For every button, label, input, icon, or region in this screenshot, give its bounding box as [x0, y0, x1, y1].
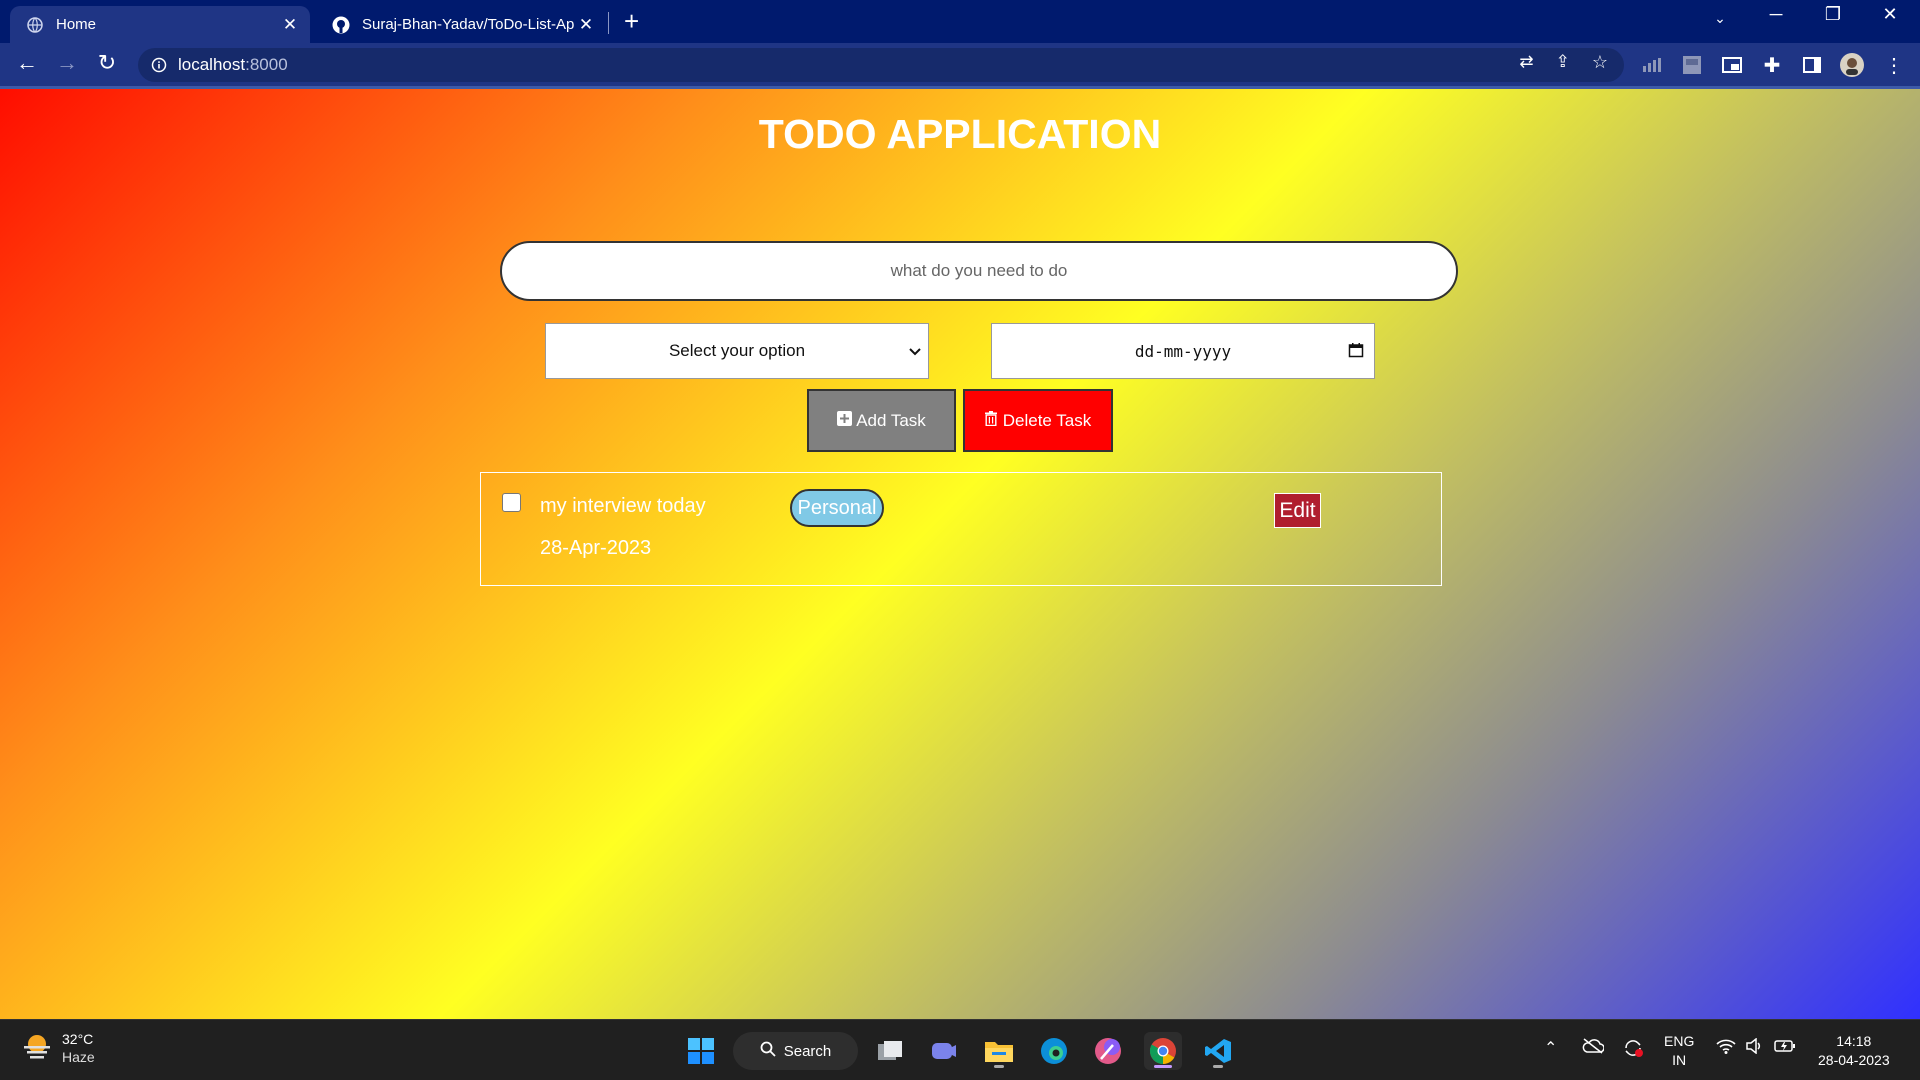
task-date: 28-Apr-2023 [540, 537, 652, 559]
tab-home[interactable]: Home ✕ [10, 6, 310, 43]
taskbar-search[interactable]: Search [733, 1032, 858, 1070]
github-icon [332, 16, 350, 34]
category-select[interactable]: Select your option [545, 323, 929, 379]
translate-icon[interactable]: ⇄ [1519, 52, 1533, 73]
add-task-label: Add Task [856, 410, 926, 430]
date-input[interactable]: dd-mm-yyyy [991, 323, 1375, 379]
todo-page: TODO APPLICATION Select your option dd-m… [0, 89, 1920, 1019]
chrome-icon[interactable] [1144, 1032, 1182, 1070]
reload-icon[interactable]: ↻ [92, 50, 122, 76]
weather-condition: Haze [62, 1049, 95, 1065]
windows-start-icon[interactable] [682, 1032, 720, 1070]
clock-date: 28-04-2023 [1818, 1052, 1890, 1068]
delete-task-button[interactable]: Delete Task [963, 389, 1113, 452]
url-text: localhost:8000 [178, 55, 1624, 75]
haze-sun-icon [22, 1033, 52, 1064]
forward-icon[interactable]: → [52, 50, 82, 76]
url-host: localhost [178, 55, 246, 74]
browser-tab-strip: Home ✕ Suraj-Bhan-Yadav/ToDo-List-App ✕ … [0, 0, 1920, 43]
tab-title: Home [56, 16, 97, 33]
system-clock[interactable]: 14:18 28-04-2023 [1818, 1032, 1890, 1070]
menu-icon[interactable]: ⋮ [1882, 53, 1906, 77]
task-item: my interview today 28-Apr-2023 Personal … [480, 472, 1442, 586]
vscode-icon[interactable] [1199, 1032, 1237, 1070]
add-task-button[interactable]: Add Task [807, 389, 956, 452]
calendar-icon[interactable] [1348, 342, 1364, 362]
pen-app-icon[interactable] [1089, 1032, 1127, 1070]
browser-toolbar: ← → ↻ localhost:8000 ⇄ ⇪ ☆ ✚ ⋮ [0, 43, 1920, 88]
new-tab-icon[interactable]: + [624, 8, 639, 34]
close-icon[interactable]: ✕ [574, 15, 598, 35]
back-icon[interactable]: ← [12, 50, 42, 76]
address-bar[interactable]: localhost:8000 ⇄ ⇪ ☆ [138, 48, 1624, 82]
tab-title: Suraj-Bhan-Yadav/ToDo-List-App [362, 16, 574, 33]
tab-separator [608, 12, 609, 34]
teams-chat-icon[interactable] [925, 1032, 963, 1070]
sync-alert-icon[interactable] [1622, 1038, 1644, 1061]
share-icon[interactable]: ⇪ [1556, 52, 1570, 73]
clock-time: 14:18 [1836, 1033, 1872, 1049]
tab-search-icon[interactable]: ⌄ [1700, 10, 1740, 27]
restore-icon[interactable]: ❐ [1813, 4, 1853, 25]
battery-icon[interactable] [1774, 1038, 1796, 1057]
wifi-icon[interactable] [1716, 1038, 1736, 1057]
category-select-value: Select your option [668, 341, 806, 360]
info-icon[interactable] [150, 56, 168, 74]
avatar[interactable] [1840, 53, 1864, 77]
search-label: Search [783, 1042, 832, 1060]
onedrive-offline-icon[interactable] [1582, 1038, 1605, 1057]
globe-icon [26, 16, 44, 34]
address-bar-actions: ⇄ ⇪ ☆ [1519, 52, 1608, 73]
delete-task-label: Delete Task [1002, 410, 1092, 430]
url-port: :8000 [245, 55, 288, 74]
volume-icon[interactable] [1745, 1037, 1763, 1057]
language-indicator[interactable]: ENG IN [1664, 1032, 1694, 1070]
side-panel-icon[interactable] [1800, 53, 1824, 77]
category-badge: Personal [790, 489, 884, 527]
page-title: TODO APPLICATION [758, 111, 1162, 157]
language-code: ENG [1664, 1033, 1695, 1049]
trash-icon [984, 410, 997, 431]
minimize-icon[interactable]: ─ [1756, 4, 1796, 25]
task-checkbox[interactable] [502, 493, 521, 512]
chevron-down-icon [908, 342, 922, 362]
plus-square-icon [837, 410, 853, 431]
weather-widget[interactable]: 32°C Haze [22, 1030, 95, 1066]
task-text: my interview today [540, 495, 706, 517]
running-indicator [1213, 1065, 1223, 1068]
close-icon[interactable]: ✕ [278, 15, 302, 35]
picture-in-picture-icon[interactable] [1720, 53, 1744, 77]
extension-box-icon[interactable] [1680, 53, 1704, 77]
tab-github[interactable]: Suraj-Bhan-Yadav/ToDo-List-App ✕ [316, 6, 606, 43]
window-close-icon[interactable]: ✕ [1870, 4, 1910, 25]
weather-temp: 32°C [62, 1031, 94, 1047]
puzzle-icon[interactable]: ✚ [1760, 53, 1784, 77]
task-input[interactable] [500, 241, 1458, 301]
task-view-icon[interactable] [871, 1032, 909, 1070]
chevron-up-icon[interactable]: ⌃ [1544, 1038, 1557, 1058]
active-indicator [1154, 1065, 1172, 1068]
search-icon [760, 1041, 776, 1061]
star-icon[interactable]: ☆ [1592, 52, 1608, 73]
os-taskbar: 32°C Haze Search ⌃ ENG IN 14:18 28-04-20… [0, 1019, 1920, 1080]
language-region: IN [1672, 1052, 1687, 1068]
extension-chart-icon[interactable] [1640, 53, 1664, 77]
file-explorer-icon[interactable] [980, 1032, 1018, 1070]
date-placeholder: dd-mm-yyyy [1134, 341, 1232, 361]
running-indicator [994, 1065, 1004, 1068]
edit-button[interactable]: Edit [1274, 493, 1321, 528]
edge-icon[interactable] [1035, 1032, 1073, 1070]
